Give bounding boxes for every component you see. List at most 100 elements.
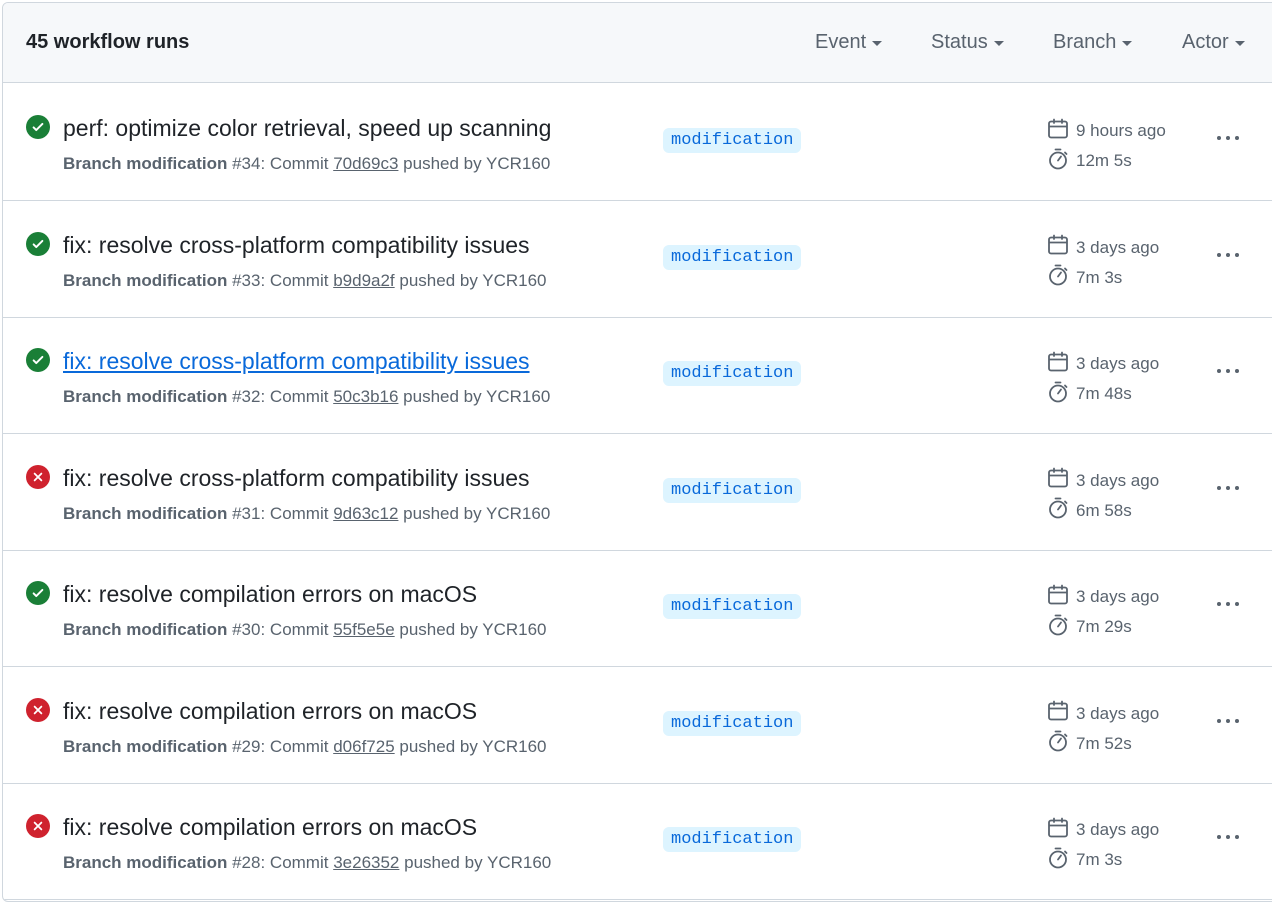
commit-prefix: : Commit [260,154,334,173]
stopwatch-icon [1046,380,1070,409]
branch-badge[interactable]: modification [663,710,802,736]
kebab-menu-icon[interactable] [1217,136,1239,140]
workflow-run-row[interactable]: fix: resolve cross-platform compatibilit… [3,434,1272,551]
calendar-icon [1046,816,1070,845]
chevron-down-icon [1234,41,1245,46]
run-number: #28 [232,853,261,872]
branch-badge[interactable]: modification [663,244,802,270]
workflow-run-row[interactable]: perf: optimize color retrieval, speed up… [3,84,1272,201]
kebab-menu-icon[interactable] [1217,485,1239,490]
commit-sha-link[interactable]: 3e26352 [333,853,399,872]
run-title-link[interactable]: fix: resolve cross-platform compatibilit… [63,232,530,259]
run-meta: Branch modification #32: Commit 50c3b16 … [63,387,550,407]
run-started-ago: 3 days ago [1076,703,1160,723]
check-circle-icon [26,581,50,605]
run-duration: 6m 58s [1076,500,1132,520]
run-time-info: 3 days ago 7m 3s [1046,233,1159,293]
calendar-icon [1046,233,1070,262]
branch-filter-dropdown[interactable]: Branch [1053,31,1133,54]
stopwatch-icon [1046,263,1070,292]
branch-badge[interactable]: modification [663,827,802,852]
status-filter-label: Status [931,31,988,53]
run-title-link[interactable]: fix: resolve compilation errors on macOS [63,581,477,608]
run-branch-label: Branch modification [63,154,228,173]
run-title-link[interactable]: perf: optimize color retrieval, speed up… [63,115,551,142]
commit-sha-link[interactable]: 9d63c12 [333,504,398,523]
check-circle-icon [26,115,50,139]
run-title-link[interactable]: fix: resolve cross-platform compatibilit… [63,348,530,375]
stopwatch-icon [1046,613,1070,642]
check-circle-icon [26,231,50,256]
kebab-menu-icon[interactable] [1217,602,1239,606]
commit-prefix: : Commit [260,620,334,639]
run-title-link[interactable]: fix: resolve cross-platform compatibilit… [63,465,530,492]
run-number: #33 [232,270,261,290]
workflow-run-row[interactable]: fix: resolve cross-platform compatibilit… [3,317,1272,434]
runs-header: 45 workflow runs Event Status Branch Act… [3,3,1272,83]
workflow-run-row[interactable]: fix: resolve compilation errors on macOS… [3,783,1272,900]
stopwatch-icon [1046,496,1070,525]
run-duration: 7m 3s [1076,850,1123,869]
run-time-info: 3 days ago 7m 29s [1046,582,1159,642]
x-circle-icon [26,697,50,722]
branch-badge[interactable]: modification [663,128,802,153]
commit-sha-link[interactable]: b9d9a2f [333,271,394,290]
stopwatch-icon [1046,147,1070,176]
kebab-menu-icon[interactable] [1217,252,1239,257]
actor-filter-label: Actor [1182,31,1229,53]
workflow-run-row[interactable]: fix: resolve compilation errors on macOS… [3,550,1272,667]
event-filter-dropdown[interactable]: Event [815,31,883,54]
workflow-runs-panel: 45 workflow runs Event Status Branch Act… [2,2,1272,902]
status-filter-dropdown[interactable]: Status [931,31,1004,54]
commit-prefix: : Commit [260,270,334,290]
run-duration: 7m 52s [1076,733,1132,753]
commit-prefix: : Commit [260,736,334,756]
run-duration: 7m 29s [1076,617,1132,636]
run-number: #29 [232,736,261,756]
run-started-ago: 3 days ago [1076,470,1160,490]
commit-sha-link[interactable]: 55f5e5e [333,620,394,639]
run-meta: Branch modification #29: Commit d06f725 … [63,737,547,757]
commit-sha-link[interactable]: d06f725 [333,737,394,756]
branch-badge[interactable]: modification [663,361,802,386]
run-started-ago: 9 hours ago [1076,121,1166,140]
run-duration: 7m 48s [1076,384,1132,403]
actor-filter-dropdown[interactable]: Actor [1182,31,1245,54]
chevron-down-icon [872,41,883,46]
workflow-run-row[interactable]: fix: resolve cross-platform compatibilit… [3,201,1272,318]
run-branch-label: Branch modification [63,270,228,290]
workflow-run-row[interactable]: fix: resolve compilation errors on macOS… [3,667,1272,784]
run-meta: Branch modification #33: Commit b9d9a2f … [63,271,547,291]
x-circle-icon [26,464,50,489]
calendar-icon [1046,699,1070,728]
pushed-by: pushed by YCR160 [394,270,547,290]
branch-filter-label: Branch [1053,31,1117,53]
run-started-ago: 3 days ago [1076,820,1160,839]
commit-sha-link[interactable]: 70d69c3 [333,154,398,173]
run-started-ago: 3 days ago [1076,237,1160,257]
run-started-ago: 3 days ago [1076,354,1160,373]
calendar-icon [1046,350,1070,379]
branch-badge[interactable]: modification [663,477,802,503]
commit-prefix: : Commit [260,503,334,523]
check-circle-icon [26,348,50,372]
run-time-info: 3 days ago 7m 48s [1046,349,1159,409]
run-meta: Branch modification #34: Commit 70d69c3 … [63,154,550,174]
chevron-down-icon [993,41,1004,46]
run-time-info: 3 days ago 7m 52s [1046,699,1159,759]
run-started-ago: 3 days ago [1076,587,1160,606]
calendar-icon [1046,466,1070,495]
run-branch-label: Branch modification [63,853,228,872]
event-filter-label: Event [815,31,867,53]
run-meta: Branch modification #28: Commit 3e26352 … [63,853,551,873]
commit-sha-link[interactable]: 50c3b16 [333,387,398,406]
kebab-menu-icon[interactable] [1217,835,1239,839]
pushed-by: pushed by YCR160 [399,853,552,872]
run-number: #32 [232,387,261,406]
run-duration: 7m 3s [1076,267,1123,287]
kebab-menu-icon[interactable] [1217,718,1239,723]
kebab-menu-icon[interactable] [1217,369,1239,373]
run-title-link[interactable]: fix: resolve compilation errors on macOS [63,698,477,725]
run-title-link[interactable]: fix: resolve compilation errors on macOS [63,814,477,841]
branch-badge[interactable]: modification [663,594,802,619]
